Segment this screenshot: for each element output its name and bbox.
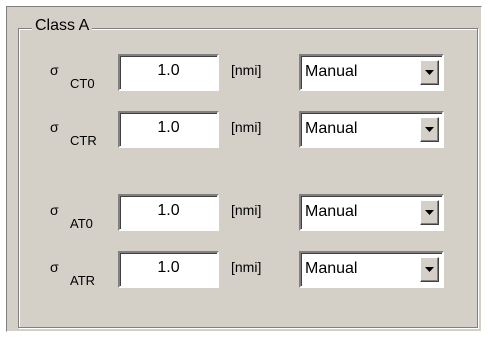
sigma-at0-dropdown-button[interactable] xyxy=(420,200,439,225)
sigma-ct0-unit: [nmi] xyxy=(231,62,262,78)
sigma-atr-unit: [nmi] xyxy=(231,259,262,275)
sigma-ctr-mode-select[interactable]: Manual xyxy=(299,111,444,148)
sigma-atr-row: σ ATR 1.0 [nmi] Manual xyxy=(0,251,488,291)
chevron-down-icon xyxy=(425,267,434,272)
sigma-ct0-mode-select[interactable]: Manual xyxy=(299,54,444,91)
sigma-ct0-input[interactable]: 1.0 xyxy=(118,54,219,91)
sigma-at0-unit: [nmi] xyxy=(231,202,262,218)
sigma-atr-mode-select[interactable]: Manual xyxy=(299,251,444,288)
chevron-down-icon xyxy=(425,210,434,215)
sigma-ctr-dropdown-button[interactable] xyxy=(420,117,439,142)
chevron-down-icon xyxy=(425,70,434,75)
groupbox-title: Class A xyxy=(32,16,93,36)
sigma-at0-row: σ AT0 1.0 [nmi] Manual xyxy=(0,194,488,234)
sigma-symbol: σ xyxy=(50,119,59,135)
sigma-ctr-input[interactable]: 1.0 xyxy=(118,111,219,148)
sigma-symbol: σ xyxy=(50,202,59,218)
sigma-subscript-atr: ATR xyxy=(70,273,96,288)
sigma-ctr-mode-value: Manual xyxy=(305,120,358,137)
sigma-at0-input[interactable]: 1.0 xyxy=(118,194,219,231)
sigma-ct0-dropdown-button[interactable] xyxy=(420,60,439,85)
sigma-symbol: σ xyxy=(50,259,59,275)
sigma-ctr-unit: [nmi] xyxy=(231,119,262,135)
sigma-atr-input[interactable]: 1.0 xyxy=(118,251,219,288)
sigma-subscript-ctr: CTR xyxy=(70,133,97,148)
sigma-subscript-at0: AT0 xyxy=(70,216,93,231)
sigma-ct0-row: σ CT0 1.0 [nmi] Manual xyxy=(0,54,488,94)
sigma-subscript-ct0: CT0 xyxy=(70,76,95,91)
sigma-at0-mode-value: Manual xyxy=(305,203,358,220)
chevron-down-icon xyxy=(425,127,434,132)
sigma-ct0-mode-value: Manual xyxy=(305,63,358,80)
sigma-atr-mode-value: Manual xyxy=(305,260,358,277)
sigma-symbol: σ xyxy=(50,62,59,78)
sigma-ctr-row: σ CTR 1.0 [nmi] Manual xyxy=(0,111,488,151)
sigma-at0-mode-select[interactable]: Manual xyxy=(299,194,444,231)
sigma-atr-dropdown-button[interactable] xyxy=(420,257,439,282)
